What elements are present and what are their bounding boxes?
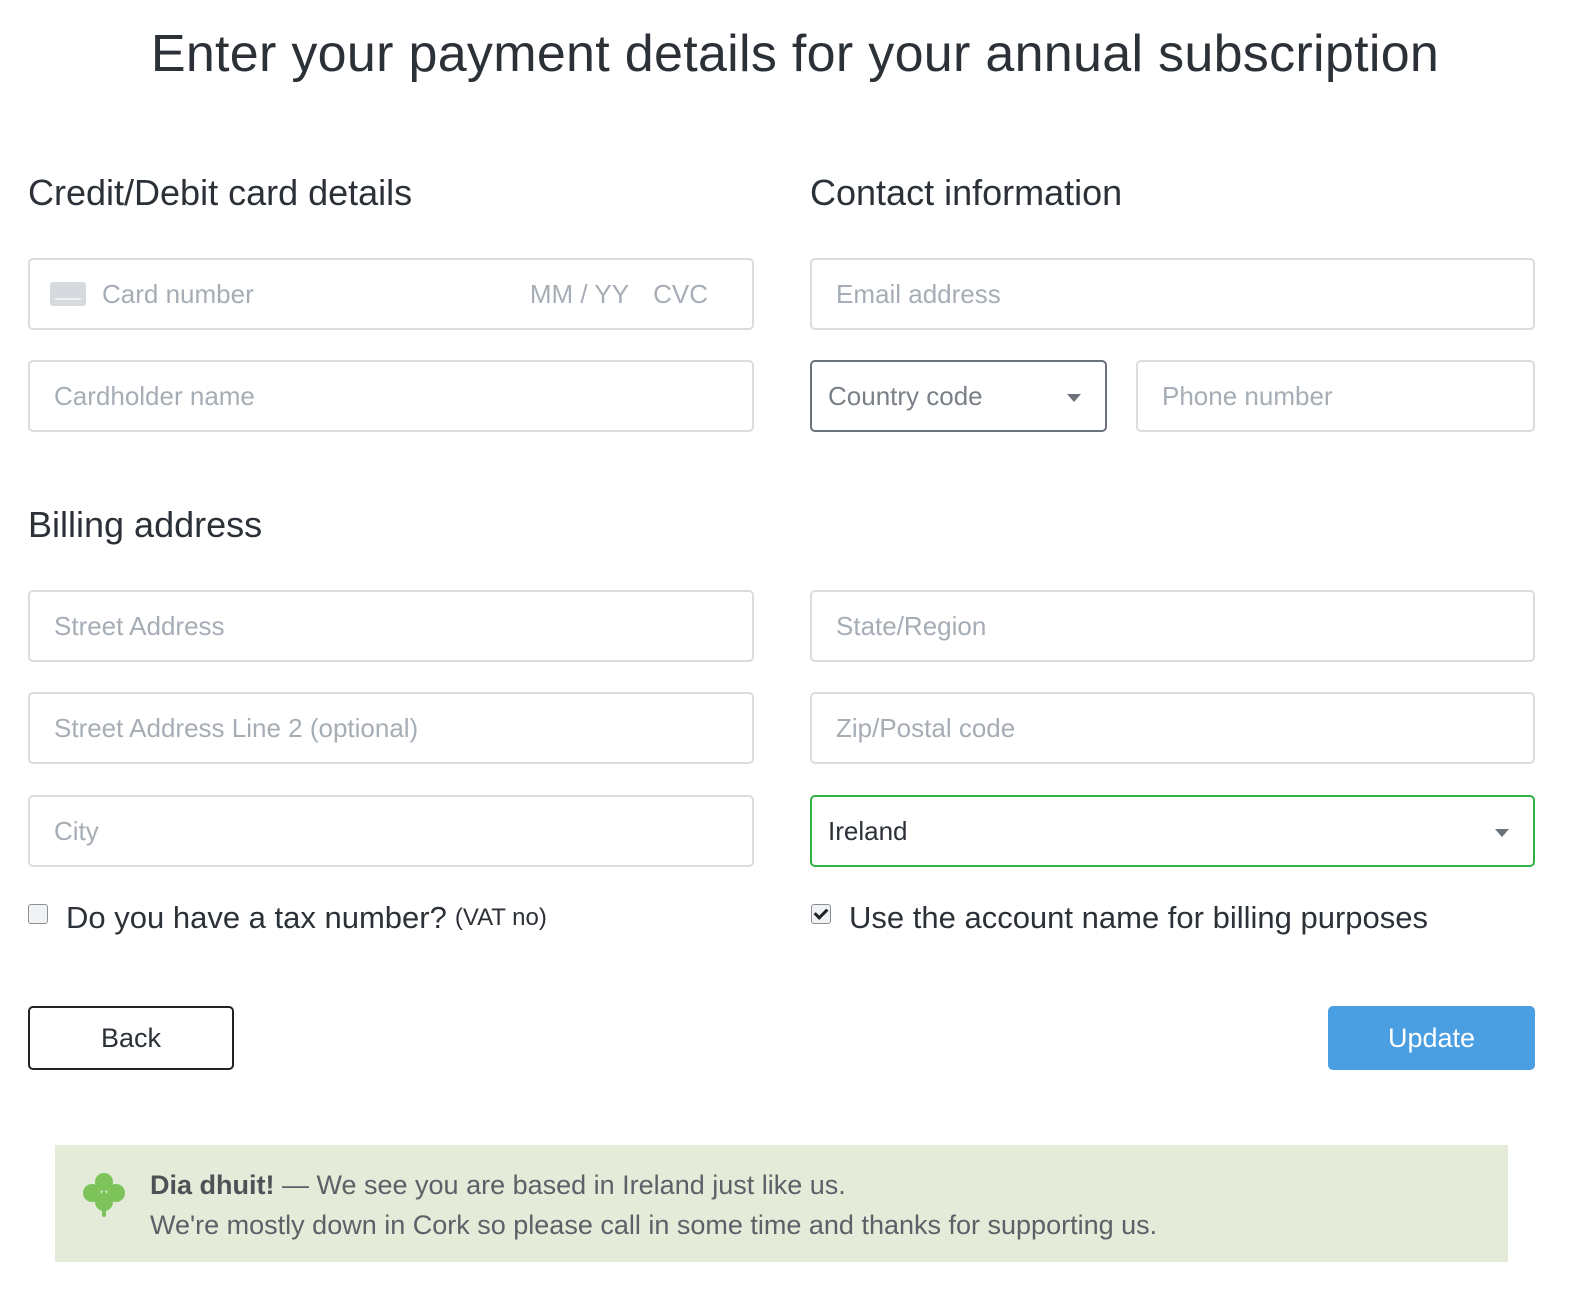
cardholder-name-input[interactable] <box>30 362 752 430</box>
cvc-placeholder[interactable]: CVC <box>653 279 708 310</box>
card-expiry-cvc: MM / YY CVC <box>530 260 708 328</box>
tax-number-suffix: (VAT no) <box>454 904 547 931</box>
billing-section-title: Billing address <box>28 504 263 545</box>
country-code-value: Country code <box>828 380 983 411</box>
street-address-2-field[interactable] <box>28 692 754 764</box>
notice-text: Dia dhuit! — We see you are based in Ire… <box>150 1165 1157 1245</box>
street-address-2-input[interactable] <box>30 694 752 762</box>
notice-line-2: We're mostly down in Cork so please call… <box>150 1210 1158 1240</box>
account-name-option: Use the account name for billing purpose… <box>811 900 1428 936</box>
tax-number-checkbox[interactable] <box>28 904 48 924</box>
tax-number-option: Do you have a tax number? (VAT no) <box>28 900 547 936</box>
country-value: Ireland <box>828 815 908 846</box>
street-address-field[interactable] <box>28 590 754 662</box>
email-input[interactable] <box>812 260 1533 328</box>
tax-number-label[interactable]: Do you have a tax number? <box>66 900 447 936</box>
page-title: Enter your payment details for your annu… <box>150 25 1440 83</box>
account-name-checkbox[interactable] <box>811 904 831 924</box>
country-select[interactable]: Ireland <box>810 795 1535 867</box>
account-name-label[interactable]: Use the account name for billing purpose… <box>849 900 1428 936</box>
update-button[interactable]: Update <box>1328 1006 1535 1070</box>
credit-card-icon <box>50 282 86 306</box>
phone-number-input[interactable] <box>1138 362 1533 430</box>
country-code-select[interactable]: Country code <box>810 360 1107 432</box>
contact-section-title: Contact information <box>810 172 1123 213</box>
shamrock-icon <box>83 1173 125 1217</box>
chevron-down-icon <box>1495 829 1509 837</box>
cardholder-name-field[interactable] <box>28 360 754 432</box>
street-address-input[interactable] <box>30 592 752 660</box>
city-field[interactable] <box>28 795 754 867</box>
chevron-down-icon <box>1067 394 1081 402</box>
card-number-field[interactable]: MM / YY CVC <box>28 258 754 330</box>
email-field[interactable] <box>810 258 1535 330</box>
expiry-placeholder[interactable]: MM / YY <box>530 279 629 310</box>
payment-page: Enter your payment details for your annu… <box>0 0 1590 1314</box>
zip-code-input[interactable] <box>812 694 1533 762</box>
back-button[interactable]: Back <box>28 1006 234 1070</box>
state-region-input[interactable] <box>812 592 1533 660</box>
phone-number-field[interactable] <box>1136 360 1535 432</box>
ireland-notice: Dia dhuit! — We see you are based in Ire… <box>55 1145 1508 1262</box>
city-input[interactable] <box>30 797 752 865</box>
notice-line-1-text: — We see you are based in Ireland just l… <box>274 1170 846 1200</box>
notice-greeting: Dia dhuit! <box>150 1170 275 1200</box>
zip-code-field[interactable] <box>810 692 1535 764</box>
card-section-title: Credit/Debit card details <box>28 172 413 213</box>
notice-line-1: Dia dhuit! — We see you are based in Ire… <box>150 1165 1157 1205</box>
state-region-field[interactable] <box>810 590 1535 662</box>
